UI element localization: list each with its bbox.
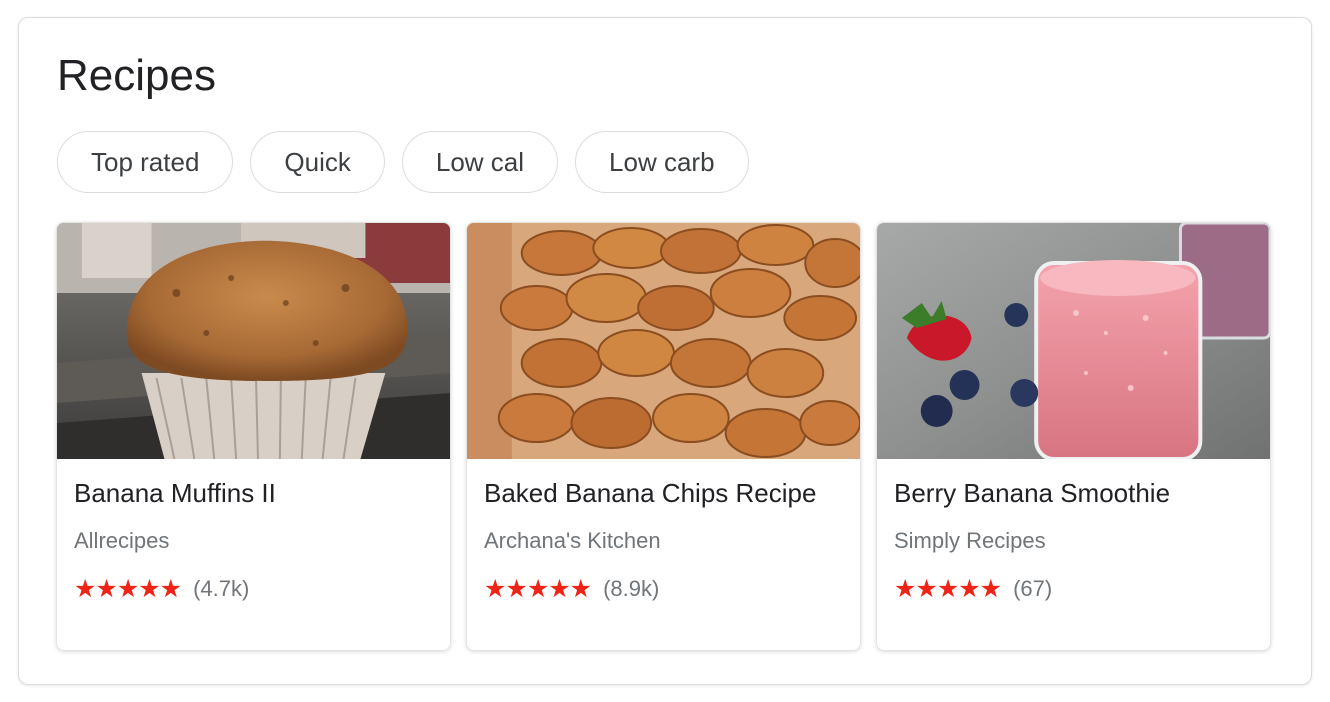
star-rating-icon: ★★★★★ [74, 575, 182, 603]
recipe-title: Berry Banana Smoothie [894, 478, 1171, 508]
smoothie-photo [877, 223, 1270, 459]
recipe-card[interactable]: Berry Banana Smoothie Simply Recipes ★★★… [876, 222, 1271, 651]
recipe-cards: Banana Muffins II Allrecipes ★★★★★ (4.7k… [56, 222, 1271, 651]
recipe-rating: ★★★★★ (8.9k) [484, 575, 659, 603]
muffin-photo [57, 223, 450, 459]
filter-chip-low-carb[interactable]: Low carb [575, 131, 749, 193]
filter-chips: Top rated Quick Low cal Low carb [57, 131, 749, 193]
section-title: Recipes [57, 51, 216, 100]
filter-chip-quick[interactable]: Quick [250, 131, 385, 193]
star-rating-icon: ★★★★★ [484, 575, 592, 603]
recipe-source: Simply Recipes [894, 528, 1046, 553]
recipe-source: Allrecipes [74, 528, 170, 553]
recipe-title: Baked Banana Chips Recipe [484, 478, 817, 508]
review-count: (8.9k) [603, 576, 660, 601]
filter-chip-low-cal[interactable]: Low cal [401, 131, 559, 193]
recipe-rating: ★★★★★ (4.7k) [74, 575, 249, 603]
recipe-card[interactable]: Baked Banana Chips Recipe Archana's Kitc… [466, 222, 861, 651]
recipe-card[interactable]: Banana Muffins II Allrecipes ★★★★★ (4.7k… [56, 222, 451, 651]
review-count: (4.7k) [193, 576, 250, 601]
recipe-title: Banana Muffins II [74, 478, 276, 508]
recipes-panel: Recipes Top rated Quick Low cal Low carb [18, 17, 1312, 685]
recipe-rating: ★★★★★ (67) [894, 575, 1052, 603]
banana-chips-photo [467, 223, 860, 459]
recipe-source: Archana's Kitchen [484, 528, 661, 553]
star-rating-icon: ★★★★★ [894, 575, 1002, 603]
filter-chip-top-rated[interactable]: Top rated [57, 131, 234, 193]
review-count: (67) [1013, 576, 1053, 601]
